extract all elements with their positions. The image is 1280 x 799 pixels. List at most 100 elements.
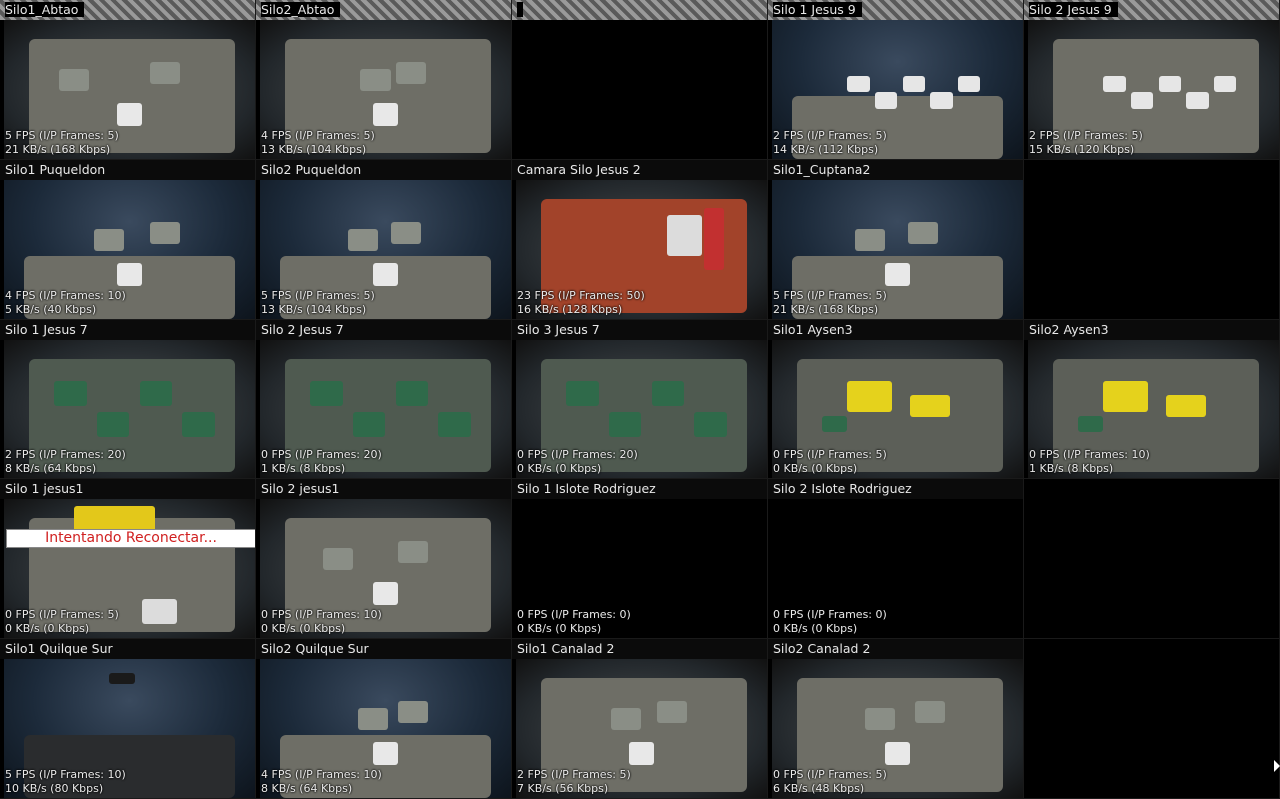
cargo-object <box>182 411 215 437</box>
bitrate-readout: 1 KB/s (8 Kbps) <box>1029 462 1114 475</box>
fps-readout: 0 FPS (I/P Frames: 10) <box>1029 448 1150 461</box>
camera-tile[interactable]: Silo 3 Jesus 7 0 FPS (I/P Frames: 20) 0 KB… <box>512 320 768 479</box>
camera-stats: 0 FPS (I/P Frames: 5) 6 KB/s (48 Kbps) <box>773 768 887 796</box>
mouse-cursor-icon <box>1274 760 1280 772</box>
camera-name: Silo1 Canalad 2 <box>517 641 615 656</box>
camera-tile[interactable]: Silo 2 jesus1 0 FPS (I/P Frames: 10) 0 KB/… <box>256 479 512 639</box>
fps-readout: 0 FPS (I/P Frames: 0) <box>517 608 631 621</box>
camera-name: Silo2 Puqueldon <box>261 162 362 177</box>
camera-tile[interactable] <box>1024 479 1280 639</box>
cargo-object <box>566 381 599 407</box>
cargo-object <box>398 700 429 723</box>
camera-stats: 0 FPS (I/P Frames: 5) 0 KB/s (0 Kbps) <box>5 608 119 636</box>
cargo-object <box>884 742 911 765</box>
camera-title-bar: Silo 1 jesus1 <box>0 479 255 499</box>
cargo-object <box>694 411 727 437</box>
camera-tile[interactable]: Silo 2 Jesus 7 0 FPS (I/P Frames: 20) 1 KB… <box>256 320 512 479</box>
bitrate-readout: 0 KB/s (0 Kbps) <box>517 622 602 635</box>
fps-readout: 0 FPS (I/P Frames: 20) <box>261 448 382 461</box>
cargo-object <box>372 742 399 765</box>
camera-title-bar: Silo2 Quilque Sur <box>256 639 511 659</box>
camera-tile[interactable]: Silo 1 jesus1 0 FPS (I/P Frames: 5) 0 KB/s… <box>0 479 256 639</box>
cargo-object <box>149 221 180 244</box>
camera-tile[interactable] <box>1024 160 1280 320</box>
camera-tile[interactable]: Silo 2 Islote Rodriguez 0 FPS (I/P Frames… <box>768 479 1024 639</box>
cargo-object <box>847 381 893 412</box>
camera-name: Silo1 Puqueldon <box>5 162 106 177</box>
bitrate-readout: 6 KB/s (48 Kbps) <box>773 782 865 795</box>
camera-title-bar: Silo 1 Jesus 9 <box>768 0 1023 20</box>
cargo-object <box>874 92 898 109</box>
camera-tile[interactable]: Silo2_Abtao 4 FPS (I/P Frames: 5) 13 KB/s … <box>256 0 512 160</box>
camera-tile[interactable]: Silo2 Aysen3 0 FPS (I/P Frames: 10) 1 KB/s… <box>1024 320 1280 479</box>
camera-stats: 4 FPS (I/P Frames: 10) 5 KB/s (40 Kbps) <box>5 289 126 317</box>
cargo-object <box>395 61 426 84</box>
bitrate-readout: 5 KB/s (40 Kbps) <box>5 303 97 316</box>
camera-name: Silo 2 Jesus 7 <box>261 322 344 337</box>
bitrate-readout: 10 KB/s (80 Kbps) <box>5 782 104 795</box>
camera-title-bar: Silo 2 Jesus 7 <box>256 320 511 340</box>
cargo-object <box>666 214 702 257</box>
camera-title-bar: Silo2 Aysen3 <box>1024 320 1279 340</box>
camera-tile[interactable]: Silo2 Puqueldon 5 FPS (I/P Frames: 5) 13 K… <box>256 160 512 320</box>
bitrate-readout: 8 KB/s (64 Kbps) <box>5 462 97 475</box>
camera-title-bar: Silo1 Aysen3 <box>768 320 1023 340</box>
camera-stats: 2 FPS (I/P Frames: 5) 15 KB/s (120 Kbps) <box>1029 129 1143 157</box>
camera-name: Silo 3 Jesus 7 <box>517 322 600 337</box>
camera-tile[interactable] <box>1024 639 1280 799</box>
camera-stats: 5 FPS (I/P Frames: 5) 13 KB/s (104 Kbps) <box>261 289 375 317</box>
camera-tile[interactable]: Silo2 Canalad 2 0 FPS (I/P Frames: 5) 6 KB… <box>768 639 1024 799</box>
cargo-object <box>96 411 130 437</box>
camera-tile[interactable]: Silo 1 Islote Rodriguez 0 FPS (I/P Frames… <box>512 479 768 639</box>
camera-tile[interactable]: Silo1 Canalad 2 2 FPS (I/P Frames: 5) 7 KB… <box>512 639 768 799</box>
camera-stats: 0 FPS (I/P Frames: 10) 0 KB/s (0 Kbps) <box>261 608 382 636</box>
camera-stats: 2 FPS (I/P Frames: 20) 8 KB/s (64 Kbps) <box>5 448 126 476</box>
cargo-object <box>310 381 343 407</box>
camera-stats: 4 FPS (I/P Frames: 10) 8 KB/s (64 Kbps) <box>261 768 382 796</box>
cargo-object <box>347 228 378 251</box>
bitrate-readout: 15 KB/s (120 Kbps) <box>1029 143 1135 156</box>
camera-stats: 4 FPS (I/P Frames: 5) 13 KB/s (104 Kbps) <box>261 129 375 157</box>
camera-stats: 5 FPS (I/P Frames: 5) 21 KB/s (168 Kbps) <box>5 129 119 157</box>
camera-tile[interactable]: Silo 1 Jesus 9 2 FPS (I/P Frames: 5) 14 KB… <box>768 0 1024 160</box>
bitrate-readout: 0 KB/s (0 Kbps) <box>261 622 346 635</box>
cargo-object <box>390 221 421 244</box>
camera-stats: 2 FPS (I/P Frames: 5) 14 KB/s (112 Kbps) <box>773 129 887 157</box>
camera-tile[interactable]: Silo 1 Jesus 7 2 FPS (I/P Frames: 20) 8 KB… <box>0 320 256 479</box>
fps-readout: 5 FPS (I/P Frames: 5) <box>261 289 375 302</box>
fps-readout: 5 FPS (I/P Frames: 5) <box>773 289 887 302</box>
cargo-object <box>651 381 685 407</box>
camera-name: Camara Silo Jesus 2 <box>517 162 641 177</box>
camera-tile[interactable]: Silo1 Puqueldon 4 FPS (I/P Frames: 10) 5 K… <box>0 160 256 320</box>
camera-tile[interactable]: Silo1_Cuptana2 5 FPS (I/P Frames: 5) 21 KB… <box>768 160 1024 320</box>
cargo-object <box>907 221 938 244</box>
cargo-object <box>116 263 143 286</box>
camera-name: Silo1_Abtao <box>5 2 85 17</box>
camera-tile[interactable]: Silo1_Abtao 5 FPS (I/P Frames: 5) 21 KB/s … <box>0 0 256 160</box>
cargo-object <box>930 92 953 109</box>
camera-name <box>517 2 523 17</box>
camera-tile[interactable]: Silo1 Aysen3 0 FPS (I/P Frames: 5) 0 KB/s … <box>768 320 1024 479</box>
camera-name: Silo1_Cuptana2 <box>773 162 871 177</box>
cargo-object <box>1078 415 1104 433</box>
bitrate-readout: 1 KB/s (8 Kbps) <box>261 462 346 475</box>
bitrate-readout: 7 KB/s (56 Kbps) <box>517 782 609 795</box>
camera-stats: 0 FPS (I/P Frames: 0) 0 KB/s (0 Kbps) <box>773 608 887 636</box>
camera-tile[interactable]: Silo2 Quilque Sur 4 FPS (I/P Frames: 10) 8… <box>256 639 512 799</box>
cargo-object <box>704 207 725 271</box>
cargo-object <box>149 61 180 84</box>
fps-readout: 0 FPS (I/P Frames: 5) <box>773 768 887 781</box>
camera-tile[interactable]: Camara Silo Jesus 2 23 FPS (I/P Frames: 5… <box>512 160 768 320</box>
bitrate-readout: 21 KB/s (168 Kbps) <box>773 303 879 316</box>
cargo-object <box>822 415 848 433</box>
fps-readout: 23 FPS (I/P Frames: 50) <box>517 289 645 302</box>
camera-stats: 5 FPS (I/P Frames: 10) 10 KB/s (80 Kbps) <box>5 768 126 796</box>
cargo-object <box>611 707 642 730</box>
cargo-object <box>1213 75 1237 93</box>
camera-tile[interactable]: Silo1 Quilque Sur 5 FPS (I/P Frames: 10) 1… <box>0 639 256 799</box>
camera-tile[interactable]: Silo 2 Jesus 9 2 FPS (I/P Frames: 5) 15 KB… <box>1024 0 1280 160</box>
camera-tile[interactable] <box>512 0 768 160</box>
fps-readout: 4 FPS (I/P Frames: 10) <box>5 289 126 302</box>
cargo-object <box>360 68 391 91</box>
bitrate-readout: 8 KB/s (64 Kbps) <box>261 782 353 795</box>
